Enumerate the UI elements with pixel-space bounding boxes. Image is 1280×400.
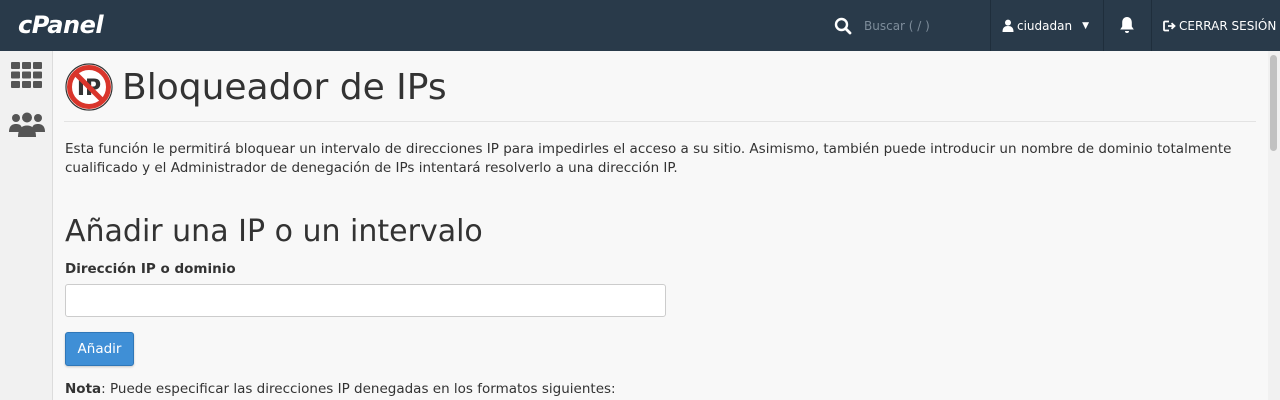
ip-domain-input[interactable] <box>65 284 666 317</box>
user-menu[interactable]: ciudadan ▼ <box>1002 0 1089 51</box>
add-button[interactable]: Añadir <box>65 332 134 366</box>
search-input[interactable] <box>862 12 996 39</box>
note-text: Nota: Puede especificar las direcciones … <box>65 381 616 397</box>
logout-icon <box>1163 20 1176 31</box>
title-divider <box>64 121 1256 122</box>
username-label: ciudadan <box>1017 18 1073 33</box>
scrollbar[interactable] <box>1268 51 1280 400</box>
ip-field-label: Dirección IP o dominio <box>65 261 236 277</box>
search-area <box>834 0 996 51</box>
topbar-divider <box>1103 0 1104 51</box>
topbar-divider <box>1151 0 1152 51</box>
title-row: IP Bloqueador de IPs <box>64 62 447 112</box>
top-bar: cPanel ciudadan ▼ CERRAR SESIÓN <box>0 0 1280 51</box>
search-icon[interactable] <box>834 17 852 35</box>
scrollbar-thumb[interactable] <box>1270 55 1277 151</box>
ip-blocker-icon: IP <box>65 63 113 111</box>
logout-button[interactable]: CERRAR SESIÓN <box>1163 0 1276 51</box>
section-title: Añadir una IP o un intervalo <box>65 214 483 249</box>
users-icon[interactable] <box>9 112 45 138</box>
chevron-down-icon: ▼ <box>1082 20 1090 31</box>
bell-icon[interactable] <box>1119 16 1135 34</box>
sidebar <box>0 51 53 400</box>
cpanel-logo[interactable]: cPanel <box>18 11 104 39</box>
page-description: Esta función le permitirá bloquear un in… <box>65 141 1232 176</box>
main-content: IP Bloqueador de IPs Esta función le per… <box>52 51 1268 400</box>
topbar-divider <box>990 0 991 51</box>
note-label: Nota <box>65 381 102 397</box>
logout-label: CERRAR SESIÓN <box>1179 18 1277 33</box>
user-icon <box>1002 19 1014 32</box>
grid-icon[interactable] <box>11 62 42 88</box>
note-body: : Puede especificar las direcciones IP d… <box>101 381 616 397</box>
page-title: Bloqueador de IPs <box>122 66 447 108</box>
